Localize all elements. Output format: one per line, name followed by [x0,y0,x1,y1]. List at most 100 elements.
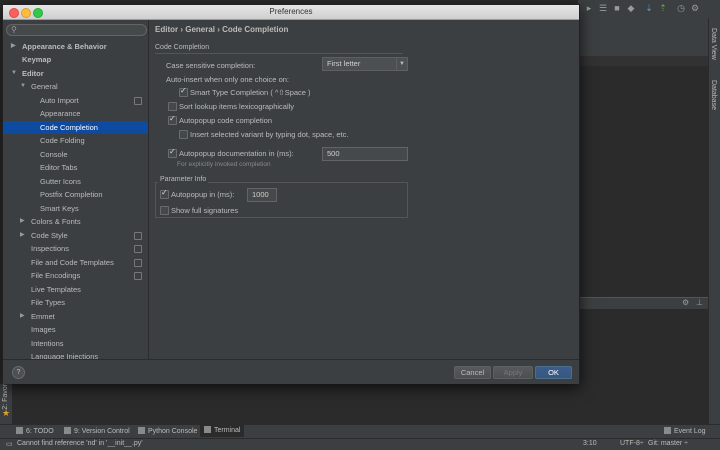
vcs-update-icon[interactable]: ⇣ [644,3,654,13]
tree-item-gutter-icons[interactable]: Gutter Icons [3,175,148,188]
database-tab[interactable]: Database [710,80,717,110]
tree-item-general[interactable]: ▼ General [3,80,148,93]
preferences-dialog: Preferences ⚲ ▶ Appearance & Behavior Ke… [2,4,580,384]
tree-item-keymap[interactable]: Keymap [3,53,148,66]
tree-item-inspections[interactable]: Inspections [3,242,148,255]
tree-item-appearance-behavior[interactable]: ▶ Appearance & Behavior [3,40,148,53]
expand-arrow-icon[interactable]: ▶ [20,229,25,242]
navigation-bar [578,18,708,38]
editor-gutter [578,56,708,66]
event-log-icon [664,427,671,434]
tree-item-editor[interactable]: ▼ Editor [3,67,148,80]
data-view-tab[interactable]: Data View [710,28,717,60]
event-log-tab[interactable]: Event Log [664,427,706,435]
settings-tree-pane: ⚲ ▶ Appearance & Behavior Keymap ▼ Edito… [3,20,149,359]
tree-item-images[interactable]: Images [3,323,148,336]
tree-item-code-folding[interactable]: Code Folding [3,134,148,147]
todo-icon [16,427,23,434]
status-bar: ▭ Cannot find reference 'nd' in '__init_… [0,438,720,450]
expand-arrow-icon[interactable]: ▶ [20,310,25,323]
tree-item-file-encodings[interactable]: File Encodings [3,269,148,282]
apply-button[interactable]: Apply [493,366,533,379]
section-divider [155,53,403,54]
tree-item-console[interactable]: Console [3,148,148,161]
python-console-tab[interactable]: Python Console [138,427,197,435]
run-icon[interactable]: ▸ [584,3,594,13]
autopopup-documentation-checkbox[interactable]: ✓ [168,147,177,158]
settings-search-input[interactable]: ⚲ [6,24,147,36]
project-settings-icon [134,272,142,280]
smart-type-checkbox[interactable]: ✓ [179,86,188,97]
favorites-tab[interactable]: 2: Favor [2,384,9,410]
autopopup-completion-checkbox[interactable]: ✓ [168,114,177,125]
tree-item-appearance[interactable]: Appearance [3,107,148,120]
sort-lexicographically-checkbox[interactable] [168,102,177,111]
parameter-autopopup-input[interactable]: 1000 [247,188,277,202]
tree-item-language-injections[interactable]: Language Injections [3,350,148,359]
tree-item-live-templates[interactable]: Live Templates [3,283,148,296]
auto-insert-label: Auto-insert when only one choice on: [166,75,289,84]
ok-button[interactable]: OK [535,366,572,379]
hide-icon[interactable]: ⊥ [696,298,703,307]
tree-item-file-types[interactable]: File Types [3,296,148,309]
tree-item-auto-import[interactable]: Auto Import [3,94,148,107]
tree-item-smart-keys[interactable]: Smart Keys [3,202,148,215]
checkmark-icon: ✓ [169,147,176,156]
todo-tab[interactable]: 6: TODO [16,427,54,435]
parameter-autopopup-checkbox[interactable]: ✓ [160,188,169,199]
project-settings-icon [134,245,142,253]
collapse-arrow-icon[interactable]: ▼ [11,67,17,80]
sort-lexicographically-label: Sort lookup items lexicographically [179,102,295,111]
case-sensitive-select[interactable]: First letter ▼ [322,57,408,71]
python-icon [138,427,145,434]
tree-item-postfix-completion[interactable]: Postfix Completion [3,188,148,201]
debug-icon[interactable]: ☰ [598,3,608,13]
vcs-icon [64,427,71,434]
tree-item-file-code-templates[interactable]: File and Code Templates [3,256,148,269]
autopopup-completion-label: Autopopup code completion [179,116,272,125]
history-icon[interactable]: ◷ [676,3,686,13]
chevron-down-icon: ▼ [396,58,407,70]
cancel-button[interactable]: Cancel [454,366,491,379]
full-signatures-checkbox[interactable] [160,206,169,215]
tree-item-intentions[interactable]: Intentions [3,337,148,350]
stop-icon[interactable]: ■ [612,3,622,13]
autopopup-documentation-input[interactable]: 500 [322,147,408,161]
ide-toolbar: ▸ ☰ ■ ◆ ⇣ ⇡ ◷ ⚙ [578,0,720,19]
tree-item-editor-tabs[interactable]: Editor Tabs [3,161,148,174]
collapse-arrow-icon[interactable]: ▼ [20,80,26,93]
status-toggle-icon[interactable]: ▭ [6,440,13,448]
help-button[interactable]: ? [12,366,25,379]
parameter-info-section-title: Parameter Info [158,176,209,183]
version-control-tab[interactable]: 9: Version Control [64,427,130,435]
tree-item-code-style[interactable]: ▶ Code Style [3,229,148,242]
vcs-commit-icon[interactable]: ⇡ [658,3,668,13]
parameter-autopopup-label: Autopopup in (ms): [171,190,235,199]
editor-tab-strip [578,38,708,57]
gear-icon[interactable]: ⚙ [682,298,689,307]
star-icon: ★ [2,408,11,418]
autopopup-documentation-label: Autopopup documentation in (ms): [179,149,294,158]
expand-arrow-icon[interactable]: ▶ [20,215,25,228]
search-icon: ⚲ [11,25,17,34]
settings-icon[interactable]: ⚙ [690,3,700,13]
git-branch[interactable]: Git: master ÷ [648,440,688,447]
settings-content-pane: Editor › General › Code Completion Code … [149,20,579,359]
checkmark-icon: ✓ [180,86,187,95]
dialog-titlebar: Preferences [3,5,579,20]
smart-type-label: Smart Type Completion ( ^⇧Space ) [190,88,311,97]
file-encoding[interactable]: UTF-8÷ [620,440,644,447]
insert-selected-label: Insert selected variant by typing dot, s… [190,130,349,139]
editor-area[interactable] [578,66,708,298]
checkmark-icon: ✓ [161,188,168,197]
terminal-tab[interactable]: Terminal [200,425,245,437]
tree-item-code-completion[interactable]: Code Completion [3,121,148,134]
tree-item-emmet[interactable]: ▶ Emmet [3,310,148,323]
project-settings-icon [134,259,142,267]
cursor-position[interactable]: 3:10 [583,440,597,447]
expand-arrow-icon[interactable]: ▶ [11,40,16,53]
insert-selected-checkbox[interactable] [179,130,188,139]
tool-window-content [578,309,708,424]
tree-item-colors-fonts[interactable]: ▶ Colors & Fonts [3,215,148,228]
build-icon[interactable]: ◆ [626,3,636,13]
